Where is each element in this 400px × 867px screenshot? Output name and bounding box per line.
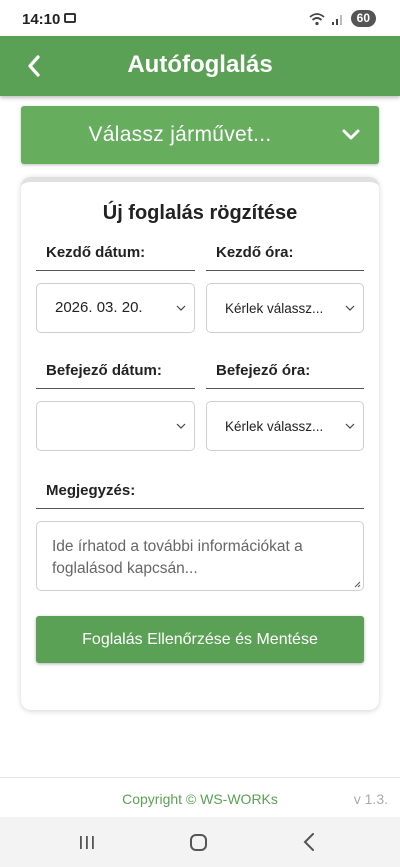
divider (206, 270, 364, 271)
save-button[interactable]: Foglalás Ellenőrzése és Mentése (36, 616, 364, 663)
notes-label: Megjegyzés: (46, 482, 136, 499)
chevron-down-icon (345, 423, 355, 429)
divider (206, 388, 364, 389)
recent-apps-icon[interactable] (79, 835, 95, 850)
footer: Copyright © WS-WORKs v 1.3. (0, 777, 400, 818)
end-time-value: Kérlek válassz... (225, 419, 324, 434)
end-time-select[interactable]: Kérlek válassz... (206, 401, 364, 451)
chevron-down-icon (342, 129, 360, 140)
start-date-input[interactable]: 2026. 03. 20. (36, 283, 195, 333)
version-text: v 1.3. (353, 791, 388, 807)
end-time-label: Befejező óra: (216, 362, 311, 379)
divider (36, 508, 364, 509)
resize-handle-icon[interactable] (354, 581, 361, 588)
system-nav-bar (0, 817, 400, 867)
start-time-value: Kérlek válassz... (225, 301, 324, 316)
status-time: 14:10 (22, 11, 61, 28)
end-date-input[interactable] (36, 401, 195, 451)
start-date-label: Kezdő dátum: (46, 244, 146, 261)
divider (36, 388, 195, 389)
chevron-down-icon (176, 423, 186, 429)
vehicle-select-label: Válassz járművet... (88, 123, 272, 146)
battery-badge: 60 (350, 10, 376, 27)
signal-icon (331, 14, 342, 25)
app-bar: Autófoglalás (0, 36, 400, 96)
start-time-select[interactable]: Kérlek válassz... (206, 283, 364, 333)
booking-form-card: Új foglalás rögzítése Kezdő dátum: Kezdő… (21, 177, 379, 710)
status-bar: 14:10 60 (0, 0, 400, 36)
notes-placeholder: Ide írhatod a további információkat a fo… (52, 538, 303, 577)
start-time-label: Kezdő óra: (216, 244, 294, 261)
notes-textarea[interactable]: Ide írhatod a további információkat a fo… (36, 521, 364, 591)
start-date-value: 2026. 03. 20. (55, 299, 143, 316)
screenshot-icon (64, 13, 76, 23)
home-icon[interactable] (190, 834, 207, 851)
form-title: Új foglalás rögzítése (102, 202, 298, 224)
vehicle-select[interactable]: Válassz járművet... (21, 106, 379, 164)
chevron-down-icon (176, 305, 186, 311)
divider (36, 270, 195, 271)
chevron-down-icon (345, 305, 355, 311)
end-date-label: Befejező dátum: (46, 362, 162, 379)
status-icons: 60 (309, 10, 376, 27)
wifi-icon (309, 12, 325, 25)
back-nav-icon[interactable] (303, 833, 315, 851)
copyright-text: Copyright © WS-WORKs (122, 791, 278, 807)
page-title: Autófoglalás (127, 51, 273, 78)
